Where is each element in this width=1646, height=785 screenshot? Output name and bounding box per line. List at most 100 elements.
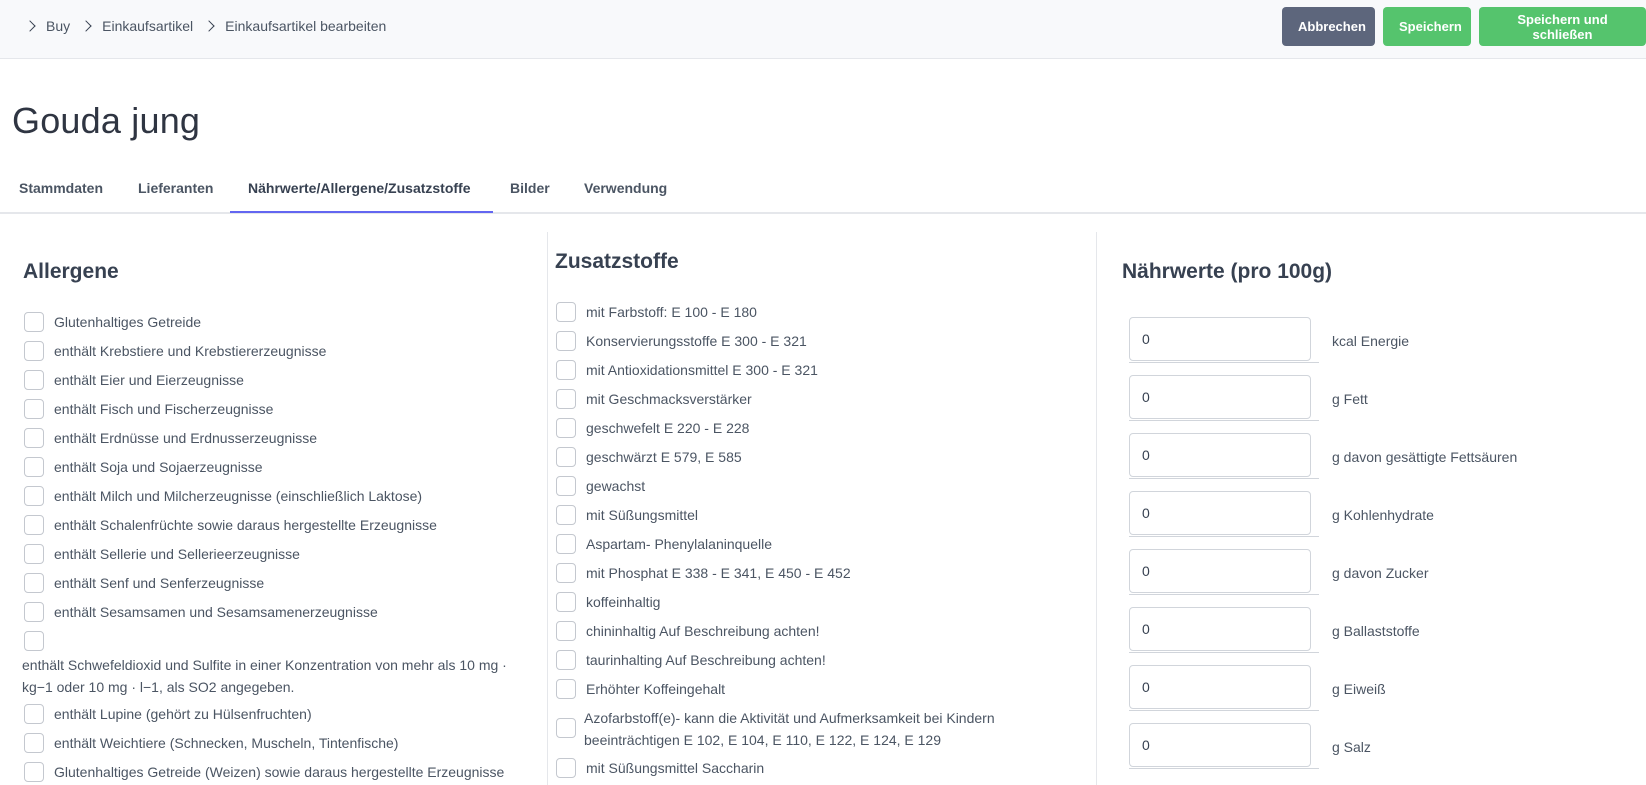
allergen-item[interactable]: enthält Eier und Eierzeugnisse — [24, 370, 244, 390]
nutrition-row — [1129, 491, 1319, 537]
checkbox[interactable] — [556, 718, 576, 738]
nutrition-label-carbohydrates: g Kohlenhydrate — [1332, 507, 1434, 523]
additive-item[interactable]: geschwefelt E 220 - E 228 — [556, 418, 749, 438]
additive-item[interactable]: mit Phosphat E 338 - E 341, E 450 - E 45… — [556, 563, 851, 583]
checkbox[interactable] — [556, 650, 576, 670]
checkbox[interactable] — [556, 447, 576, 467]
checkbox[interactable] — [24, 602, 44, 622]
allergen-item[interactable]: enthält Senf und Senferzeugnisse — [24, 573, 264, 593]
checkbox[interactable] — [556, 505, 576, 525]
checkbox[interactable] — [24, 544, 44, 564]
additive-item[interactable]: mit Süßungsmittel — [556, 505, 698, 525]
tab-verwendung[interactable]: Verwendung — [584, 180, 667, 196]
nutrition-row — [1129, 665, 1319, 711]
energy-input[interactable] — [1129, 317, 1311, 361]
allergen-item[interactable]: enthält Lupine (gehört zu Hülsenfruchten… — [24, 704, 312, 724]
additive-item-azo: Azofarbstoff(e)- kann die Aktivität und … — [584, 710, 995, 748]
tab-stammdaten[interactable]: Stammdaten — [19, 180, 103, 196]
additive-item[interactable]: Aspartam- Phenylalaninquelle — [556, 534, 772, 554]
cancel-button[interactable]: Abbrechen — [1282, 7, 1375, 46]
breadcrumb-item-einkaufsartikel[interactable]: Einkaufsartikel — [102, 18, 193, 34]
additive-item[interactable]: mit Süßungsmittel Saccharin — [556, 758, 764, 778]
chevron-right-icon — [24, 20, 36, 32]
checkbox[interactable] — [24, 457, 44, 477]
checkbox[interactable] — [556, 331, 576, 351]
nutrition-label-salt: g Salz — [1332, 739, 1371, 755]
additive-item[interactable]: mit Geschmacksverstärker — [556, 389, 752, 409]
allergen-item[interactable]: enthält Erdnüsse und Erdnusserzeugnisse — [24, 428, 317, 448]
nutrition-label-fat: g Fett — [1332, 391, 1368, 407]
checkbox[interactable] — [556, 679, 576, 699]
allergen-item[interactable]: enthält Soja und Sojaerzeugnisse — [24, 457, 263, 477]
allergen-item[interactable]: Glutenhaltiges Getreide (Weizen) sowie d… — [24, 762, 504, 782]
nutrition-row — [1129, 317, 1319, 363]
additive-item[interactable]: gewachst — [556, 476, 645, 496]
checkbox[interactable] — [556, 563, 576, 583]
allergen-item[interactable]: enthält Sellerie und Sellerieerzeugnisse — [24, 544, 300, 564]
additive-item[interactable]: chininhaltig Auf Beschreibung achten! — [556, 621, 820, 641]
nutrition-label-sugar: g davon Zucker — [1332, 565, 1429, 581]
nutrition-label-protein: g Eiweiß — [1332, 681, 1386, 697]
checkbox[interactable] — [24, 515, 44, 535]
additive-item[interactable]: mit Antioxidationsmittel E 300 - E 321 — [556, 360, 818, 380]
tab-bilder[interactable]: Bilder — [510, 180, 550, 196]
checkbox[interactable] — [24, 486, 44, 506]
checkbox[interactable] — [24, 428, 44, 448]
checkbox[interactable] — [556, 389, 576, 409]
checkbox[interactable] — [24, 312, 44, 332]
allergen-item[interactable]: enthält Schalenfrüchte sowie daraus herg… — [24, 515, 437, 535]
additive-item[interactable]: taurinhalting Auf Beschreibung achten! — [556, 650, 826, 670]
checkbox[interactable] — [556, 758, 576, 778]
allergen-item[interactable]: enthält Sesamsamen und Sesamsamenerzeugn… — [24, 602, 378, 622]
additive-item[interactable]: Erhöhter Koffeingehalt — [556, 679, 725, 699]
chevron-right-icon — [203, 20, 215, 32]
checkbox[interactable] — [24, 573, 44, 593]
fat-input[interactable] — [1129, 375, 1311, 419]
tab-naehrwerte-allergene-zusatzstoffe[interactable]: Nährwerte/Allergene/Zusatzstoffe — [248, 180, 471, 196]
breadcrumb-item-buy[interactable]: Buy — [46, 18, 70, 34]
checkbox[interactable] — [556, 360, 576, 380]
active-tab-indicator — [230, 211, 493, 213]
checkbox[interactable] — [24, 399, 44, 419]
action-buttons: Abbrechen Speichern Speichern und schlie… — [1274, 7, 1646, 46]
protein-input[interactable] — [1129, 665, 1311, 709]
additives-title: Zusatzstoffe — [555, 250, 679, 273]
fiber-input[interactable] — [1129, 607, 1311, 651]
additive-item[interactable]: Konservierungsstoffe E 300 - E 321 — [556, 331, 807, 351]
save-and-close-button[interactable]: Speichern und schließen — [1479, 7, 1646, 46]
additive-item[interactable]: geschwärzt E 579, E 585 — [556, 447, 742, 467]
checkbox[interactable] — [24, 733, 44, 753]
nutrition-row — [1129, 607, 1319, 653]
checkbox[interactable] — [556, 592, 576, 612]
checkbox[interactable] — [556, 621, 576, 641]
allergen-item[interactable]: Glutenhaltiges Getreide — [24, 312, 201, 332]
nutrition-row — [1129, 433, 1319, 479]
allergen-item[interactable]: enthält Krebstiere und Krebstiererzeugni… — [24, 341, 326, 361]
allergen-item[interactable]: enthält Milch und Milcherzeugnisse (eins… — [24, 486, 422, 506]
additive-item[interactable]: mit Farbstoff: E 100 - E 180 — [556, 302, 757, 322]
save-button[interactable]: Speichern — [1383, 7, 1471, 46]
salt-input[interactable] — [1129, 723, 1311, 767]
tab-bar: Stammdaten Lieferanten Nährwerte/Allerge… — [0, 168, 1646, 214]
saturated-fat-input[interactable] — [1129, 433, 1311, 477]
checkbox[interactable] — [556, 418, 576, 438]
checkbox[interactable] — [24, 631, 44, 651]
page-title: Gouda jung — [12, 100, 201, 141]
checkbox[interactable] — [24, 704, 44, 724]
breadcrumb-item-current: Einkaufsartikel bearbeiten — [225, 18, 387, 34]
allergen-item-sulfite: enthält Schwefeldioxid und Sulfite in ei… — [22, 657, 507, 695]
nutrition-row — [1129, 723, 1319, 769]
checkbox[interactable] — [556, 476, 576, 496]
checkbox[interactable] — [556, 534, 576, 554]
sugar-input[interactable] — [1129, 549, 1311, 593]
carbohydrates-input[interactable] — [1129, 491, 1311, 535]
checkbox[interactable] — [24, 370, 44, 390]
allergen-item[interactable]: enthält Fisch und Fischerzeugnisse — [24, 399, 273, 419]
tab-lieferanten[interactable]: Lieferanten — [138, 180, 213, 196]
checkbox[interactable] — [24, 341, 44, 361]
checkbox[interactable] — [556, 302, 576, 322]
allergen-item[interactable]: enthält Weichtiere (Schnecken, Muscheln,… — [24, 733, 398, 753]
top-bar: Buy Einkaufsartikel Einkaufsartikel bear… — [0, 0, 1646, 59]
checkbox[interactable] — [24, 762, 44, 782]
additive-item[interactable]: koffeinhaltig — [556, 592, 660, 612]
